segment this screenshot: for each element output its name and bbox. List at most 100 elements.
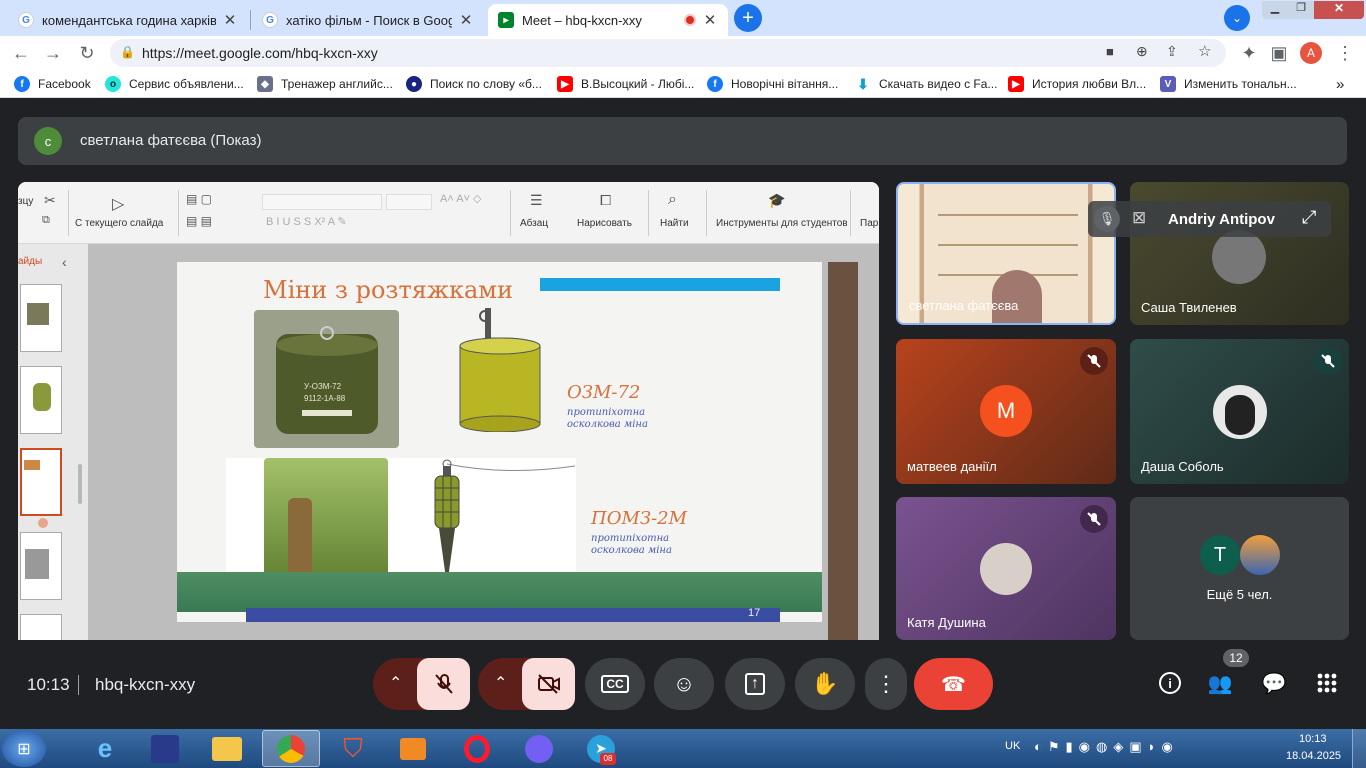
- opera-icon[interactable]: [448, 730, 506, 767]
- chrome-icon[interactable]: [262, 730, 320, 767]
- bookmark-olx[interactable]: o Сервис объявлени...: [105, 75, 244, 93]
- more-participants-tile[interactable]: Т Ещё 5 чел.: [1130, 497, 1349, 640]
- shared-screen[interactable]: зцу ✂ ⧉ ▷ С текущего слайда ▤ ▢ ▤ ▤ A˄ A…: [18, 182, 879, 640]
- bookmarks-bar: f Facebook o Сервис объявлени... ◆ Тренажер…: [0, 70, 1366, 98]
- profile-avatar[interactable]: A: [1300, 42, 1322, 64]
- camera-off-icon[interactable]: ⊠: [1132, 208, 1146, 228]
- close-tab-icon[interactable]: ✕: [222, 11, 238, 29]
- mic-off-icon[interactable]: 🎙: [1094, 206, 1120, 232]
- new-tab-button[interactable]: +: [734, 4, 762, 32]
- more-options-button[interactable]: ⋮: [865, 658, 907, 710]
- expand-icon[interactable]: ⤢: [1302, 207, 1316, 228]
- restore-icon[interactable]: ❐: [1288, 1, 1314, 19]
- participant-tile[interactable]: М матвеев даніїл: [896, 339, 1116, 484]
- slide-thumbnail[interactable]: [20, 532, 62, 600]
- bookmark-facebook[interactable]: f Facebook: [14, 75, 91, 93]
- viber-icon[interactable]: [510, 730, 568, 767]
- language-indicator[interactable]: UK: [1005, 740, 1020, 752]
- hand-icon: ✋: [811, 671, 839, 696]
- meeting-info-icon[interactable]: i: [1156, 669, 1184, 697]
- app-icon: ◆: [257, 76, 273, 92]
- participant-photo: [1213, 385, 1267, 439]
- bookmark-trainer[interactable]: ◆ Тренажер английс...: [257, 75, 393, 93]
- media-player-icon[interactable]: [384, 730, 442, 767]
- divider: [78, 675, 79, 695]
- back-icon[interactable]: ←: [8, 41, 34, 65]
- leave-call-button[interactable]: ☎: [914, 658, 993, 710]
- audio-options-chevron-icon[interactable]: ⌃: [389, 673, 402, 693]
- minimize-icon[interactable]: ▁: [1262, 1, 1288, 19]
- bookmark-label: В.Высоцкий - Любі...: [581, 77, 695, 91]
- captions-button[interactable]: CC: [585, 658, 645, 710]
- share-icon[interactable]: ⇪: [1166, 43, 1178, 60]
- slide-thumbnail[interactable]: [20, 614, 62, 640]
- slide-footer-band: [177, 572, 822, 612]
- brave-icon[interactable]: ⛉: [324, 730, 382, 767]
- start-button-icon[interactable]: ⊞: [2, 730, 46, 767]
- youtube-icon: ▶: [1008, 76, 1024, 92]
- more-vert-icon: ⋮: [875, 671, 897, 696]
- camera-toggle-button[interactable]: [522, 658, 575, 710]
- close-window-icon[interactable]: ✕: [1314, 1, 1364, 19]
- bookmark-youtube-2[interactable]: ▶ История любви Вл...: [1008, 75, 1146, 93]
- tray-time: 10:13: [1299, 733, 1327, 745]
- participant-photo: [980, 543, 1032, 595]
- pane-scrollbar[interactable]: [78, 464, 82, 504]
- bookmark-tonality[interactable]: V Изменить тональн...: [1160, 75, 1297, 93]
- participant-name: Саша Твиленев: [1141, 300, 1237, 315]
- bookmark-youtube-1[interactable]: ▶ В.Высоцкий - Любі...: [557, 75, 694, 93]
- video-options-chevron-icon[interactable]: ⌃: [494, 673, 507, 693]
- close-tab-icon[interactable]: ✕: [702, 11, 718, 29]
- participant-tile-speaking[interactable]: светлана фатєєва: [896, 182, 1116, 325]
- thumbs-label: айды: [18, 256, 43, 267]
- slide-thumbnail[interactable]: [20, 284, 62, 352]
- forward-icon[interactable]: →: [40, 41, 66, 65]
- bookmark-search[interactable]: ● Поиск по слову «б...: [406, 75, 542, 93]
- bookmark-download[interactable]: ⬇ Скачать видео с Fa...: [855, 75, 997, 93]
- camera-blocked-icon[interactable]: ■: [1106, 44, 1114, 59]
- muted-icon: [1080, 505, 1108, 533]
- people-icon[interactable]: 👥: [1206, 669, 1234, 697]
- facebook-icon: f: [14, 76, 30, 92]
- slide-thumbnail[interactable]: [20, 366, 62, 434]
- side-panel-icon[interactable]: ▣: [1266, 41, 1292, 65]
- menu-kebab-icon[interactable]: ⋮: [1332, 41, 1358, 65]
- browser-tab-2[interactable]: G хатіко фільм - Поиск в Google ✕: [252, 4, 484, 36]
- floppy-icon[interactable]: [136, 730, 194, 767]
- tab-search-icon[interactable]: ⌄: [1224, 5, 1250, 31]
- close-tab-icon[interactable]: ✕: [458, 11, 474, 29]
- show-desktop-button[interactable]: [1352, 729, 1366, 768]
- slide-thumbnail-current[interactable]: [20, 448, 62, 516]
- bookmark-facebook-2[interactable]: f Новорічні вітання...: [707, 75, 838, 93]
- font-name-select[interactable]: [262, 194, 382, 210]
- present-button[interactable]: ↑: [725, 658, 785, 710]
- ribbon-label-from-slide: С текущего слайда: [75, 218, 164, 229]
- bookmark-star-icon[interactable]: ☆: [1198, 42, 1211, 60]
- ribbon-divider: [850, 190, 851, 236]
- reactions-button[interactable]: ☺: [654, 658, 714, 710]
- activities-icon[interactable]: [1313, 669, 1341, 697]
- camera-control-group: ⌃: [478, 658, 575, 710]
- mic-toggle-button[interactable]: [417, 658, 470, 710]
- layout-icon: ▤ ▢: [186, 192, 213, 206]
- participant-tile[interactable]: Даша Соболь: [1130, 339, 1349, 484]
- mic-control-group: ⌃: [373, 658, 470, 710]
- address-bar[interactable]: 🔒 https://meet.google.com/hbq-kxcn-xxy ■…: [110, 39, 1226, 67]
- font-size-select[interactable]: [386, 194, 432, 210]
- ie-icon[interactable]: e: [76, 730, 134, 767]
- browser-tab-1[interactable]: G комендантська година харківсь ✕: [8, 4, 248, 36]
- section-icon: ▤ ▤: [186, 214, 213, 228]
- more-bookmarks-icon[interactable]: »: [1336, 75, 1344, 93]
- chat-icon[interactable]: 💬: [1260, 669, 1288, 697]
- tray-icons[interactable]: ◐⚑▮◉◍◈▣◗◉: [1034, 739, 1179, 755]
- zoom-icon[interactable]: ⊕: [1136, 43, 1148, 60]
- browser-tab-3-active[interactable]: ▸ Meet – hbq-kxcn-xxy ✕: [488, 4, 728, 36]
- extensions-icon[interactable]: ✦: [1236, 41, 1262, 65]
- collapse-pane-icon[interactable]: ‹: [62, 254, 67, 270]
- slide-canvas: Міни з розтяжками У-ОЗМ-72 9112-1А-88 ОЗ…: [88, 244, 879, 640]
- participant-tile[interactable]: Катя Душина: [896, 497, 1116, 640]
- reload-icon[interactable]: ↻: [74, 41, 100, 65]
- explorer-icon[interactable]: [198, 730, 256, 767]
- find-icon: ⌕: [668, 191, 677, 208]
- raise-hand-button[interactable]: ✋: [795, 658, 855, 710]
